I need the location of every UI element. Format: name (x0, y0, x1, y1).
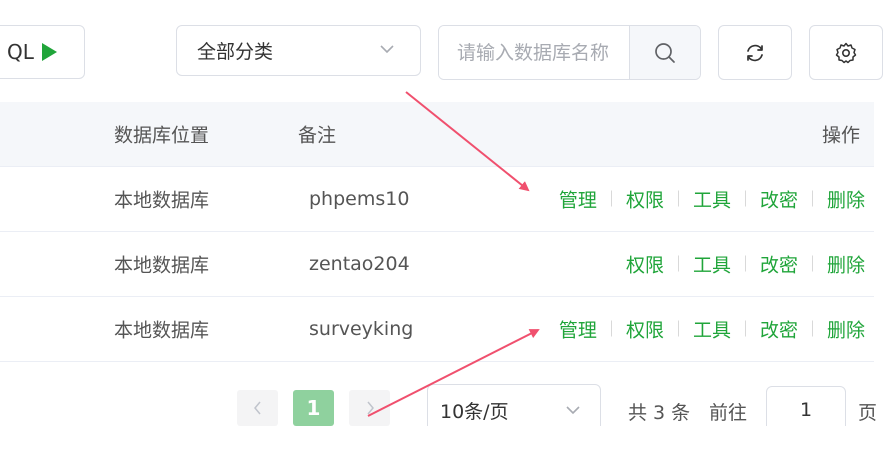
settings-button[interactable] (809, 25, 883, 80)
delete-link[interactable]: 删除 (827, 250, 865, 277)
cell-remark: surveyking (309, 317, 414, 340)
divider (677, 190, 679, 207)
divider (744, 320, 746, 337)
tools-link[interactable]: 工具 (693, 185, 731, 212)
cell-remark: phpems10 (309, 187, 410, 210)
tools-link[interactable]: 工具 (693, 250, 731, 277)
page-size-value: 10条/页 (440, 400, 509, 423)
category-select-value: 全部分类 (197, 41, 274, 63)
sql-button-label: QL (7, 40, 34, 64)
search-input[interactable] (439, 26, 629, 79)
chevron-left-icon (253, 401, 261, 415)
permission-link[interactable]: 权限 (626, 250, 664, 277)
total-count: 共 3 条 (628, 402, 691, 424)
divider (677, 255, 679, 272)
header-remark: 备注 (298, 124, 337, 147)
category-select[interactable]: 全部分类 (176, 25, 421, 76)
chevron-right-icon (366, 401, 374, 415)
page-number-button[interactable]: 1 (293, 390, 334, 426)
header-actions: 操作 (822, 124, 861, 147)
row-actions: 管理 权限 工具 改密 删除 (559, 315, 865, 342)
permission-link[interactable]: 权限 (626, 185, 664, 212)
cell-location: 本地数据库 (114, 254, 210, 276)
divider (811, 190, 813, 207)
manage-link[interactable]: 管理 (559, 185, 597, 212)
row-actions: 权限 工具 改密 删除 (626, 250, 865, 277)
gear-icon (835, 42, 857, 63)
goto-label: 前往 (709, 402, 748, 424)
change-password-link[interactable]: 改密 (760, 315, 798, 342)
search-box (438, 25, 701, 80)
divider (610, 190, 612, 207)
table-row: 本地数据库 phpems10 管理 权限 工具 改密 删除 (0, 166, 874, 232)
divider (744, 190, 746, 207)
delete-link[interactable]: 删除 (827, 185, 865, 212)
delete-link[interactable]: 删除 (827, 315, 865, 342)
chevron-down-icon (566, 406, 580, 415)
manage-link[interactable]: 管理 (559, 315, 597, 342)
search-icon (655, 42, 675, 63)
permission-link[interactable]: 权限 (626, 315, 664, 342)
change-password-link[interactable]: 改密 (760, 185, 798, 212)
divider (744, 255, 746, 272)
tools-link[interactable]: 工具 (693, 315, 731, 342)
prev-page-button[interactable] (237, 390, 278, 426)
row-actions: 管理 权限 工具 改密 删除 (559, 185, 865, 212)
sql-run-button[interactable]: QL (0, 25, 85, 79)
change-password-link[interactable]: 改密 (760, 250, 798, 277)
divider (811, 255, 813, 272)
divider (811, 320, 813, 337)
search-button[interactable] (629, 26, 700, 79)
divider (677, 320, 679, 337)
vertical-scrollbar-track[interactable] (874, 102, 894, 360)
cell-location: 本地数据库 (114, 189, 210, 211)
cell-remark: zentao204 (309, 252, 410, 275)
play-icon (41, 43, 57, 61)
table-header: 数据库位置 备注 操作 (0, 102, 874, 167)
cell-location: 本地数据库 (114, 319, 210, 341)
table-row: 本地数据库 surveyking 管理 权限 工具 改密 删除 (0, 296, 874, 362)
page-suffix-label: 页 (858, 402, 878, 424)
table-row: 本地数据库 zentao204 权限 工具 改密 删除 (0, 231, 874, 297)
refresh-icon (747, 44, 763, 61)
bottom-area (0, 426, 894, 463)
chevron-down-icon (380, 45, 394, 54)
refresh-button[interactable] (718, 25, 792, 80)
next-page-button[interactable] (349, 390, 390, 426)
header-location: 数据库位置 (114, 124, 210, 147)
divider (610, 320, 612, 337)
